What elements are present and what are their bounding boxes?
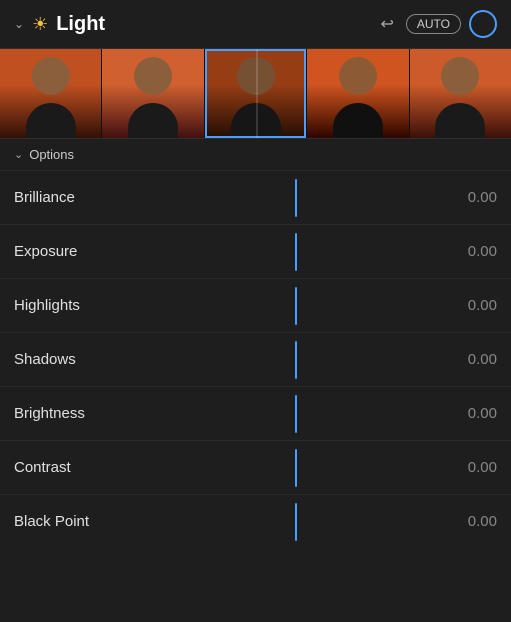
slider-track-2[interactable] xyxy=(144,279,447,332)
slider-track-0[interactable] xyxy=(144,171,447,224)
options-chevron-icon: ⌄ xyxy=(14,148,23,161)
slider-value-6: 0.00 xyxy=(447,513,497,530)
slider-row-contrast[interactable]: Contrast 0.00 xyxy=(0,440,511,494)
slider-value-4: 0.00 xyxy=(447,405,497,422)
undo-icon[interactable]: ↩ xyxy=(380,14,393,34)
slider-label-1: Exposure xyxy=(14,243,144,260)
slider-label-4: Brightness xyxy=(14,405,144,422)
slider-row-brilliance[interactable]: Brilliance 0.00 xyxy=(0,170,511,224)
slider-value-3: 0.00 xyxy=(447,351,497,368)
collapse-chevron-icon[interactable]: ⌄ xyxy=(14,17,24,31)
slider-value-5: 0.00 xyxy=(447,459,497,476)
slider-indicator-1 xyxy=(295,233,297,271)
slider-indicator-6 xyxy=(295,503,297,541)
filmstrip-item-2[interactable] xyxy=(102,49,204,138)
options-section-header[interactable]: ⌄ Options xyxy=(0,139,511,170)
slider-row-shadows[interactable]: Shadows 0.00 xyxy=(0,332,511,386)
slider-label-2: Highlights xyxy=(14,297,144,314)
slider-track-1[interactable] xyxy=(144,225,447,278)
slider-track-5[interactable] xyxy=(144,441,447,494)
slider-value-0: 0.00 xyxy=(447,189,497,206)
slider-row-exposure[interactable]: Exposure 0.00 xyxy=(0,224,511,278)
slider-indicator-0 xyxy=(295,179,297,217)
auto-button[interactable]: AUTO xyxy=(406,14,461,34)
slider-indicator-2 xyxy=(295,287,297,325)
slider-value-1: 0.00 xyxy=(447,243,497,260)
filmstrip-item-1[interactable] xyxy=(0,49,102,138)
light-panel-header: ⌄ ☀ Light ↩ AUTO xyxy=(0,0,511,49)
mode-toggle-button[interactable] xyxy=(469,10,497,38)
sliders-container: Brilliance 0.00 Exposure 0.00 Highlights 0.00… xyxy=(0,170,511,548)
slider-row-highlights[interactable]: Highlights 0.00 xyxy=(0,278,511,332)
slider-label-0: Brilliance xyxy=(14,189,144,206)
filmstrip-item-4[interactable] xyxy=(307,49,409,138)
filmstrip-item-3[interactable] xyxy=(205,49,307,138)
slider-indicator-4 xyxy=(295,395,297,433)
slider-indicator-5 xyxy=(295,449,297,487)
slider-row-black-point[interactable]: Black Point 0.00 xyxy=(0,494,511,548)
filmstrip-item-5[interactable] xyxy=(410,49,511,138)
light-icon: ☀ xyxy=(32,14,48,35)
panel-title: Light xyxy=(56,13,372,36)
slider-track-4[interactable] xyxy=(144,387,447,440)
options-label: Options xyxy=(29,147,74,162)
slider-row-brightness[interactable]: Brightness 0.00 xyxy=(0,386,511,440)
slider-label-5: Contrast xyxy=(14,459,144,476)
slider-indicator-3 xyxy=(295,341,297,379)
slider-label-6: Black Point xyxy=(14,513,144,530)
slider-track-6[interactable] xyxy=(144,495,447,548)
slider-track-3[interactable] xyxy=(144,333,447,386)
slider-label-3: Shadows xyxy=(14,351,144,368)
slider-value-2: 0.00 xyxy=(447,297,497,314)
filmstrip xyxy=(0,49,511,139)
